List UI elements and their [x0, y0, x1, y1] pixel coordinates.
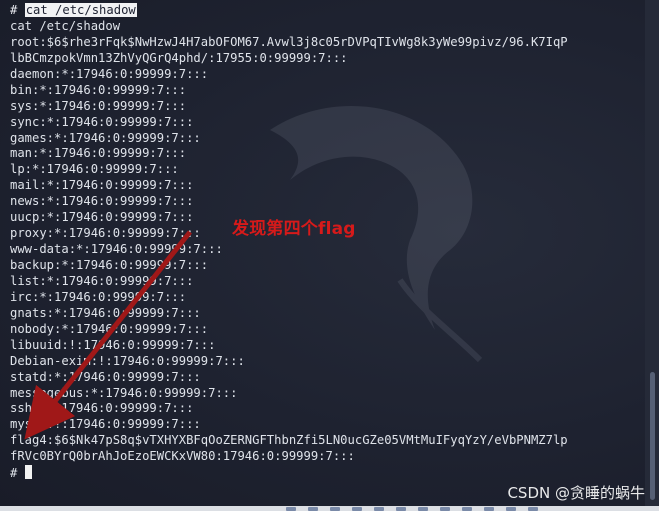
terminal-line-text: www-data:*:17946:0:99999:7::: — [10, 242, 223, 257]
terminal-line-text: games:*:17946:0:99999:7::: — [10, 130, 201, 145]
terminal-line-text: statd:*:17946:0:99999:7::: — [10, 369, 201, 384]
terminal-output[interactable]: # cat /etc/shadow cat /etc/shadow root:$6$… — [10, 3, 568, 481]
terminal-line-text: Debian-exim:!:17946:0:99999:7::: — [10, 353, 245, 368]
watermark: CSDN @贪睡的蜗牛 — [507, 484, 645, 502]
terminal-line: games:*:17946:0:99999:7::: — [10, 131, 568, 147]
taskbar-icon[interactable] — [484, 507, 494, 511]
terminal-line: lp:*:17946:0:99999:7::: — [10, 162, 568, 178]
terminal-line: libuuid:!:17946:0:99999:7::: — [10, 338, 568, 354]
terminal-line-text: flag4:$6$Nk47pS8q$vTXHYXBFqOoZERNGFThbnZ… — [10, 433, 568, 448]
terminal-line: # cat /etc/shadow — [10, 3, 568, 19]
taskbar-icon[interactable] — [528, 507, 538, 511]
terminal-line: sshd:*:17946:0:99999:7::: — [10, 401, 568, 417]
taskbar-icon[interactable] — [396, 507, 406, 511]
terminal-line: fRVc0BYrQ0brAhJoEzoEWCKxVW80:17946:0:999… — [10, 449, 568, 465]
terminal-line-text: gnats:*:17946:0:99999:7::: — [10, 305, 201, 320]
terminal-line: man:*:17946:0:99999:7::: — [10, 146, 568, 162]
terminal-line-text: mail:*:17946:0:99999:7::: — [10, 178, 194, 193]
terminal-line: bin:*:17946:0:99999:7::: — [10, 83, 568, 99]
taskbar-icon[interactable] — [418, 507, 428, 511]
taskbar-icon[interactable] — [440, 507, 450, 511]
terminal-line: lbBCmzpokVmn13ZhVyQGrQ4phd/:17955:0:9999… — [10, 51, 568, 67]
terminal-line-text: root:$6$rhe3rFqk$NwHzwJ4H7abOFOM67.Avwl3… — [10, 34, 568, 49]
terminal-line-text: news:*:17946:0:99999:7::: — [10, 194, 194, 209]
terminal-line-text: lp:*:17946:0:99999:7::: — [10, 162, 179, 177]
taskbar-icon[interactable] — [286, 507, 296, 511]
scrollbar[interactable] — [645, 0, 659, 511]
taskbar-strip — [0, 506, 659, 511]
terminal-line-text: daemon:*:17946:0:99999:7::: — [10, 66, 209, 81]
terminal-line: backup:*:17946:0:99999:7::: — [10, 258, 568, 274]
taskbar-icon[interactable] — [308, 507, 318, 511]
cursor-icon — [24, 465, 32, 480]
scrollbar-thumb[interactable] — [650, 372, 655, 500]
terminal-line: root:$6$rhe3rFqk$NwHzwJ4H7abOFOM67.Avwl3… — [10, 35, 568, 51]
terminal-line-text: man:*:17946:0:99999:7::: — [10, 146, 187, 161]
terminal-line-text: uucp:*:17946:0:99999:7::: — [10, 210, 194, 225]
annotation-label: 发现第四个flag — [232, 219, 356, 239]
terminal-line: list:*:17946:0:99999:7::: — [10, 274, 568, 290]
terminal-line-text: messagebus:*:17946:0:99999:7::: — [10, 385, 238, 400]
terminal-line-text: irc:*:17946:0:99999:7::: — [10, 289, 187, 304]
terminal-line-text: proxy:*:17946:0:99999:7::: — [10, 226, 201, 241]
terminal-line-text: nobody:*:17946:0:99999:7::: — [10, 321, 209, 336]
taskbar-icon[interactable] — [374, 507, 384, 511]
prompt-symbol: # — [10, 466, 25, 481]
taskbar-icon[interactable] — [506, 507, 516, 511]
terminal-line: sync:*:17946:0:99999:7::: — [10, 115, 568, 131]
terminal-line: flag4:$6$Nk47pS8q$vTXHYXBFqOoZERNGFThbnZ… — [10, 433, 568, 449]
terminal-line-text: bin:*:17946:0:99999:7::: — [10, 82, 187, 97]
terminal-line-text: backup:*:17946:0:99999:7::: — [10, 258, 209, 272]
terminal-prompt-line[interactable]: # — [10, 465, 568, 481]
terminal-line: Debian-exim:!:17946:0:99999:7::: — [10, 354, 568, 370]
terminal-line: irc:*:17946:0:99999:7::: — [10, 290, 568, 306]
terminal-line: news:*:17946:0:99999:7::: — [10, 194, 568, 210]
terminal-line-text: cat /etc/shadow — [10, 18, 121, 33]
terminal-line-text: lbBCmzpokVmn13ZhVyQGrQ4phd/:17955:0:9999… — [10, 50, 348, 65]
terminal-line: gnats:*:17946:0:99999:7::: — [10, 306, 568, 322]
terminal-line: sys:*:17946:0:99999:7::: — [10, 99, 568, 115]
terminal-line: mail:*:17946:0:99999:7::: — [10, 178, 568, 194]
terminal-line-text: mysql:!:17946:0:99999:7::: — [10, 417, 201, 432]
terminal-line: www-data:*:17946:0:99999:7::: — [10, 242, 568, 258]
command-input-text: cat /etc/shadow — [24, 3, 137, 17]
taskbar-icon[interactable] — [352, 507, 362, 511]
terminal-window[interactable]: # cat /etc/shadow cat /etc/shadow root:$6$… — [0, 0, 659, 511]
terminal-line-text: sshd:*:17946:0:99999:7::: — [10, 401, 194, 416]
terminal-line: statd:*:17946:0:99999:7::: — [10, 370, 568, 386]
prompt-symbol: # — [10, 3, 25, 17]
terminal-line-text: sys:*:17946:0:99999:7::: — [10, 98, 187, 113]
terminal-line-text: sync:*:17946:0:99999:7::: — [10, 114, 194, 129]
terminal-line: cat /etc/shadow — [10, 19, 568, 35]
terminal-line: daemon:*:17946:0:99999:7::: — [10, 67, 568, 83]
terminal-line-text: libuuid:!:17946:0:99999:7::: — [10, 337, 216, 352]
taskbar-icon[interactable] — [462, 507, 472, 511]
terminal-line: mysql:!:17946:0:99999:7::: — [10, 417, 568, 433]
taskbar-icon[interactable] — [330, 507, 340, 511]
terminal-line: nobody:*:17946:0:99999:7::: — [10, 322, 568, 338]
terminal-line-text: fRVc0BYrQ0brAhJoEzoEWCKxVW80:17946:0:999… — [10, 449, 355, 464]
terminal-line-text: list:*:17946:0:99999:7::: — [10, 273, 194, 288]
terminal-line: messagebus:*:17946:0:99999:7::: — [10, 386, 568, 402]
